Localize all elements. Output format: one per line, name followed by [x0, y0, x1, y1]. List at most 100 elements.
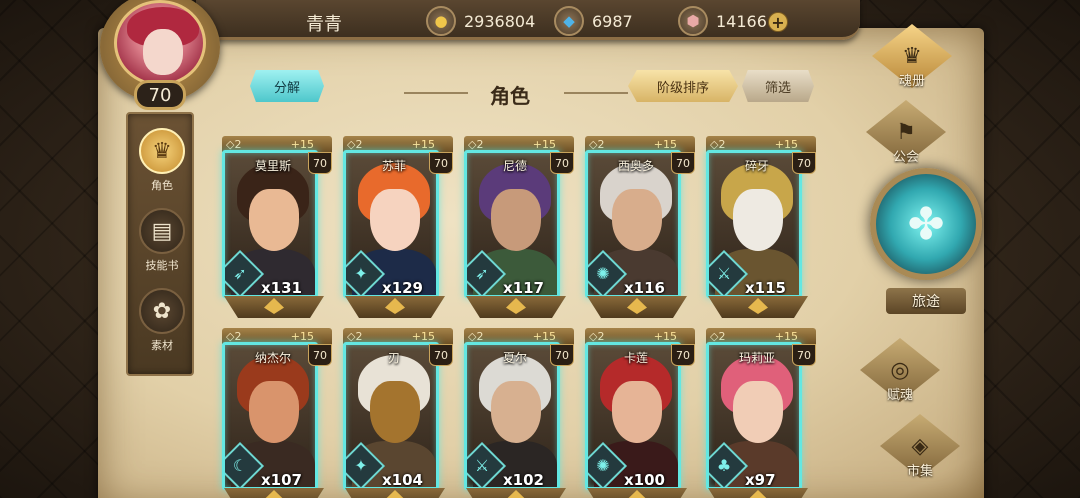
hero-level-badge: 70 — [671, 344, 695, 366]
talent-menu-button[interactable]: ◎ 赋魂 — [860, 338, 940, 403]
hero-level-badge: 70 — [308, 152, 332, 174]
crystal-amount: 14166 — [716, 11, 767, 31]
hero-card[interactable]: ◇2 +15 70 莫里斯 ➶ x131 — [222, 136, 332, 318]
filter-button[interactable]: 筛选 — [742, 70, 814, 102]
pedestal-gem-icon — [506, 298, 526, 314]
hero-stars: ◇2 — [468, 137, 484, 151]
hero-stars: ◇2 — [710, 137, 726, 151]
avatar[interactable] — [114, 0, 206, 86]
hero-name: 纳杰尔 — [254, 351, 291, 365]
hero-portrait-frame: 玛莉亚 ♣ x97 — [706, 342, 802, 490]
hero-portrait-frame: 莫里斯 ➶ x131 — [222, 150, 318, 298]
hero-name: 苏菲 — [381, 159, 406, 173]
hero-card-pedestal — [345, 296, 445, 318]
crystal-currency: ⬢ 14166 — [678, 6, 767, 36]
hero-stars: ◇2 — [226, 137, 242, 151]
hero-card[interactable]: ◇2 +15 70 纳杰尔 ☾ x107 — [222, 328, 332, 498]
hero-enhance-level: +15 — [290, 329, 314, 343]
nav-item-label: 角色 — [151, 179, 173, 192]
pedestal-gem-icon — [264, 298, 284, 314]
guild-menu-button[interactable]: ⚑ 公会 — [866, 100, 946, 165]
hero-card[interactable]: ◇2 +15 70 卡莲 ✺ x100 — [585, 328, 695, 498]
pedestal-gem-icon — [506, 490, 526, 498]
hero-stars: ◇2 — [226, 329, 242, 343]
hero-portrait-frame: 西奥多 ✺ x116 — [585, 150, 681, 298]
add-currency-button[interactable]: + — [768, 12, 788, 32]
hero-level-badge: 70 — [308, 344, 332, 366]
left-nav: ♛ 角色 ▤ 技能书 ✿ 素材 — [126, 112, 194, 376]
nav-item-materials[interactable]: ✿ 素材 — [128, 288, 196, 353]
hero-shard-count: x104 — [382, 471, 423, 489]
hero-portrait-frame: 夏尔 ⚔ x102 — [464, 342, 560, 490]
pedestal-gem-icon — [627, 298, 647, 314]
hero-enhance-level: +15 — [774, 137, 798, 151]
hero-enhance-level: +15 — [653, 329, 677, 343]
journey-emblem-icon: ✤ — [870, 168, 982, 280]
hero-name: 夏尔 — [502, 351, 527, 365]
hero-name: 莫里斯 — [254, 159, 291, 173]
hero-stars: ◇2 — [347, 137, 363, 151]
hero-level-badge: 70 — [429, 152, 453, 174]
title-ornament-right — [564, 88, 628, 98]
hero-card[interactable]: ◇2 +15 70 玛莉亚 ♣ x97 — [706, 328, 816, 498]
soulbook-label: 魂册 — [898, 74, 925, 89]
pedestal-gem-icon — [748, 298, 768, 314]
title-ornament-left — [404, 88, 468, 98]
hero-card[interactable]: ◇2 +15 70 碎牙 ⚔ x115 — [706, 136, 816, 318]
hero-portrait-frame: 苏菲 ✦ x129 — [343, 150, 439, 298]
pedestal-gem-icon — [385, 490, 405, 498]
player-name: 青青 — [306, 14, 342, 35]
hero-level-badge: 70 — [429, 344, 453, 366]
hero-enhance-level: +15 — [774, 329, 798, 343]
hero-card-pedestal — [708, 296, 808, 318]
hero-portrait-frame: 尼德 ➶ x117 — [464, 150, 560, 298]
materials-icon: ✿ — [139, 288, 185, 334]
hero-card[interactable]: ◇2 +15 70 苏菲 ✦ x129 — [343, 136, 453, 318]
hero-card-pedestal — [466, 488, 566, 498]
hero-name: 刃 — [387, 351, 400, 365]
hero-enhance-level: +15 — [411, 137, 435, 151]
nav-item-skillbooks[interactable]: ▤ 技能书 — [128, 208, 196, 273]
hero-stars: ◇2 — [347, 329, 363, 343]
pink-crystal-icon: ⬢ — [678, 6, 708, 36]
hero-card-pedestal — [224, 296, 324, 318]
hero-level-badge: 70 — [792, 344, 816, 366]
hero-card[interactable]: ◇2 +15 70 西奥多 ✺ x116 — [585, 136, 695, 318]
nav-item-label: 技能书 — [145, 259, 179, 272]
decompose-button[interactable]: 分解 — [250, 70, 324, 102]
soulbook-menu-button[interactable]: ♛ 魂册 — [872, 24, 952, 89]
hero-shard-count: x115 — [745, 279, 786, 297]
hero-shard-count: x117 — [503, 279, 544, 297]
nav-item-characters[interactable]: ♛ 角色 — [128, 128, 196, 193]
skillbook-icon: ▤ — [139, 208, 185, 254]
hero-portrait-frame: 刃 ✦ x104 — [343, 342, 439, 490]
journey-button[interactable]: ✤ 旅途 — [866, 168, 984, 316]
market-label: 市集 — [906, 464, 933, 479]
character-helmet-icon: ♛ — [139, 128, 185, 174]
market-menu-button[interactable]: ◈ 市集 — [880, 414, 960, 479]
hero-card-pedestal — [587, 488, 687, 498]
hero-card[interactable]: ◇2 +15 70 刃 ✦ x104 — [343, 328, 453, 498]
sort-by-rank-button[interactable]: 阶级排序 — [628, 70, 738, 102]
hero-level-badge: 70 — [550, 152, 574, 174]
hero-name: 玛莉亚 — [738, 351, 775, 365]
gold-amount: 2936804 — [464, 11, 536, 31]
hero-enhance-level: +15 — [411, 329, 435, 343]
hero-enhance-level: +15 — [532, 137, 556, 151]
hero-card[interactable]: ◇2 +15 70 尼德 ➶ x117 — [464, 136, 574, 318]
hero-portrait-frame: 卡莲 ✺ x100 — [585, 342, 681, 490]
hero-level-badge: 70 — [792, 152, 816, 174]
hero-stars: ◇2 — [468, 329, 484, 343]
journey-label: 旅途 — [886, 288, 966, 314]
hero-shard-count: x100 — [624, 471, 665, 489]
hero-name: 碎牙 — [744, 159, 769, 173]
nav-item-label: 素材 — [151, 339, 173, 352]
hero-stars: ◇2 — [589, 137, 605, 151]
hero-portrait-frame: 碎牙 ⚔ x115 — [706, 150, 802, 298]
hero-stars: ◇2 — [589, 329, 605, 343]
hero-card[interactable]: ◇2 +15 70 夏尔 ⚔ x102 — [464, 328, 574, 498]
hero-card-pedestal — [587, 296, 687, 318]
hero-stars: ◇2 — [710, 329, 726, 343]
gem-currency: ◆ 6987 — [554, 6, 633, 36]
hero-card-pedestal — [708, 488, 808, 498]
